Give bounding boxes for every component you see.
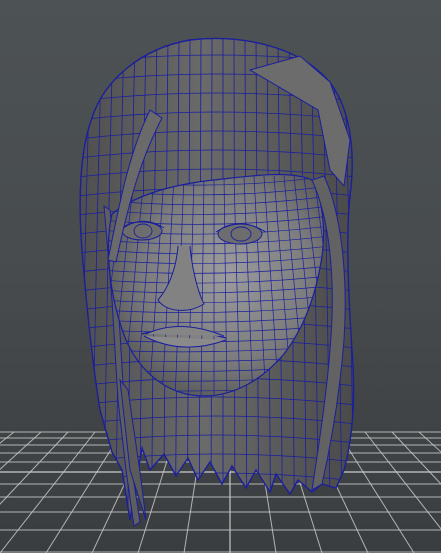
maya-perspective-viewport[interactable] (0, 0, 441, 553)
grid-line (418, 431, 441, 453)
grid-line (0, 431, 96, 553)
viewport-scene[interactable] (0, 0, 441, 553)
grid-line (45, 431, 123, 553)
hair-edge-loop (355, 36, 366, 520)
hair-edge-loop (80, 38, 81, 521)
grid-line (0, 431, 15, 444)
grid-line (0, 431, 42, 470)
grid-line (391, 431, 441, 485)
grid-line (337, 431, 415, 553)
